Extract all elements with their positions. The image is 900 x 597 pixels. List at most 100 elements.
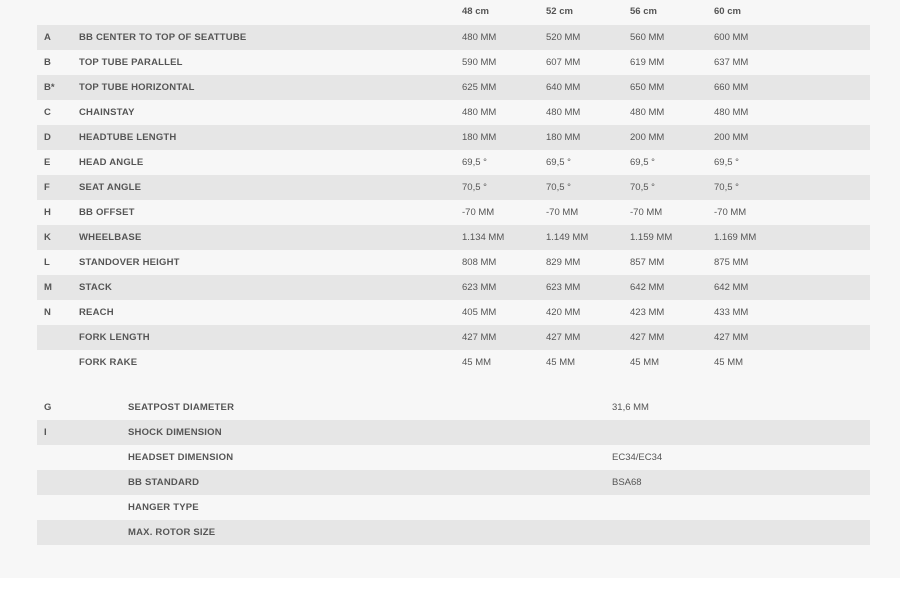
row-key: K [44, 232, 51, 243]
table-row: E HEAD ANGLE 69,5 ° 69,5 ° 69,5 ° 69,5 ° [37, 150, 870, 175]
row-key: I [44, 427, 47, 438]
row-label: MAX. ROTOR SIZE [128, 527, 216, 538]
row-value: -70 MM [714, 207, 747, 218]
row-value: 640 MM [546, 82, 581, 93]
row-value: 590 MM [462, 57, 497, 68]
row-value: BSA68 [612, 477, 642, 488]
row-value: 70,5 ° [630, 182, 655, 193]
table-row: B TOP TUBE PARALLEL 590 MM 607 MM 619 MM… [37, 50, 870, 75]
table-row: FORK LENGTH 427 MM 427 MM 427 MM 427 MM [37, 325, 870, 350]
row-value: 623 MM [546, 282, 581, 293]
row-label: SHOCK DIMENSION [128, 427, 222, 438]
row-value: 520 MM [546, 32, 581, 43]
row-value: 480 MM [462, 32, 497, 43]
row-value: 1.149 MM [546, 232, 589, 243]
row-label: WHEELBASE [79, 232, 142, 243]
row-value: 45 MM [546, 357, 576, 368]
geometry-panel: 48 cm 52 cm 56 cm 60 cm A BB CENTER TO T… [0, 0, 900, 578]
row-key: G [44, 402, 52, 413]
table-row: C CHAINSTAY 480 MM 480 MM 480 MM 480 MM [37, 100, 870, 125]
row-label: TOP TUBE PARALLEL [79, 57, 183, 68]
row-value: 180 MM [546, 132, 581, 143]
row-value: 1.169 MM [714, 232, 757, 243]
row-value: 1.134 MM [462, 232, 505, 243]
row-value: 625 MM [462, 82, 497, 93]
row-value: 69,5 ° [546, 157, 571, 168]
row-value: 623 MM [462, 282, 497, 293]
row-label: STACK [79, 282, 113, 293]
row-value: 70,5 ° [546, 182, 571, 193]
row-value: 480 MM [630, 107, 665, 118]
row-key: E [44, 157, 51, 168]
size-header-row: 48 cm 52 cm 56 cm 60 cm [37, 0, 870, 25]
row-value: 607 MM [546, 57, 581, 68]
table-row: HEADSET DIMENSION EC34/EC34 [37, 445, 870, 470]
table-row: BB STANDARD BSA68 [37, 470, 870, 495]
row-value: 857 MM [630, 257, 665, 268]
row-value: 420 MM [546, 307, 581, 318]
row-value: 31,6 MM [612, 402, 649, 413]
table-row: K WHEELBASE 1.134 MM 1.149 MM 1.159 MM 1… [37, 225, 870, 250]
row-value: 427 MM [714, 332, 749, 343]
row-key: B* [44, 82, 55, 93]
row-label: HEADSET DIMENSION [128, 452, 234, 463]
row-label: HANGER TYPE [128, 502, 199, 513]
table-row: H BB OFFSET -70 MM -70 MM -70 MM -70 MM [37, 200, 870, 225]
table-row: N REACH 405 MM 420 MM 423 MM 433 MM [37, 300, 870, 325]
table-row: G SEATPOST DIAMETER 31,6 MM [37, 395, 870, 420]
table-row: MAX. ROTOR SIZE [37, 520, 870, 545]
row-value: 480 MM [462, 107, 497, 118]
size-header-60: 60 cm [714, 6, 741, 17]
row-value: 405 MM [462, 307, 497, 318]
row-key: M [44, 282, 52, 293]
row-label: BB OFFSET [79, 207, 135, 218]
row-label: HEAD ANGLE [79, 157, 144, 168]
row-label: HEADTUBE LENGTH [79, 132, 177, 143]
row-label: BB CENTER TO TOP OF SEATTUBE [79, 32, 247, 43]
row-value: 45 MM [714, 357, 744, 368]
row-value: 480 MM [714, 107, 749, 118]
row-value: 642 MM [714, 282, 749, 293]
row-value: 69,5 ° [630, 157, 655, 168]
row-key: N [44, 307, 51, 318]
row-value: 69,5 ° [714, 157, 739, 168]
row-value: 180 MM [462, 132, 497, 143]
row-value: 70,5 ° [462, 182, 487, 193]
table-row: D HEADTUBE LENGTH 180 MM 180 MM 200 MM 2… [37, 125, 870, 150]
row-value: 69,5 ° [462, 157, 487, 168]
row-value: EC34/EC34 [612, 452, 663, 463]
row-label: TOP TUBE HORIZONTAL [79, 82, 195, 93]
row-key: C [44, 107, 51, 118]
row-value: 829 MM [546, 257, 581, 268]
row-value: 45 MM [630, 357, 660, 368]
row-key: L [44, 257, 50, 268]
row-key: B [44, 57, 51, 68]
row-value: 70,5 ° [714, 182, 739, 193]
row-value: 619 MM [630, 57, 665, 68]
row-key: D [44, 132, 51, 143]
table-row: I SHOCK DIMENSION [37, 420, 870, 445]
row-value: 200 MM [630, 132, 665, 143]
row-key: H [44, 207, 51, 218]
row-value: 808 MM [462, 257, 497, 268]
table-row: HANGER TYPE [37, 495, 870, 520]
row-label: REACH [79, 307, 114, 318]
row-label: FORK RAKE [79, 357, 138, 368]
row-value: 427 MM [630, 332, 665, 343]
row-key: F [44, 182, 50, 193]
table-row: L STANDOVER HEIGHT 808 MM 829 MM 857 MM … [37, 250, 870, 275]
row-value: 433 MM [714, 307, 749, 318]
table-row: M STACK 623 MM 623 MM 642 MM 642 MM [37, 275, 870, 300]
row-value: -70 MM [546, 207, 579, 218]
row-value: 427 MM [546, 332, 581, 343]
row-value: 600 MM [714, 32, 749, 43]
size-header-52: 52 cm [546, 6, 573, 17]
row-value: 875 MM [714, 257, 749, 268]
table-row: FORK RAKE 45 MM 45 MM 45 MM 45 MM [37, 350, 870, 375]
row-value: 637 MM [714, 57, 749, 68]
row-key: A [44, 32, 51, 43]
table-row: A BB CENTER TO TOP OF SEATTUBE 480 MM 52… [37, 25, 870, 50]
row-value: 480 MM [546, 107, 581, 118]
row-value: -70 MM [630, 207, 663, 218]
row-value: 650 MM [630, 82, 665, 93]
